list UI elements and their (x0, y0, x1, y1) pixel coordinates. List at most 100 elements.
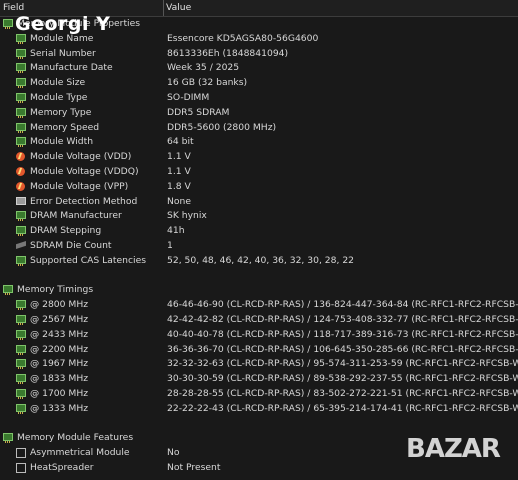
memory-chip-icon (16, 329, 26, 340)
property-row[interactable]: SDRAM Die Count 1 (0, 239, 518, 254)
field-value: 64 bit (167, 136, 194, 148)
field-label: Memory Type (30, 106, 92, 118)
field-value: Week 35 / 2025 (167, 62, 240, 74)
field-label: Asymmetrical Module (30, 447, 130, 459)
field-value: None (167, 195, 191, 207)
memory-chip-icon (16, 300, 26, 311)
field-label: Module Voltage (VDDQ) (30, 166, 139, 177)
field-value: 52, 50, 48, 46, 42, 40, 36, 32, 30, 28, … (167, 254, 355, 266)
field-label: @ 2800 MHz (30, 299, 89, 311)
field-label: DRAM Manufacturer (30, 210, 122, 222)
memory-chip-icon (3, 433, 13, 444)
field-value: Essencore KD5AGSA80-56G4600 (167, 32, 319, 44)
voltage-icon (16, 167, 25, 176)
memory-chip-icon (16, 107, 26, 118)
column-separator[interactable] (163, 0, 164, 16)
timing-row[interactable]: @ 2433 MHz 40-40-40-78 (CL-RCD-RP-RAS) / … (0, 328, 518, 343)
field-value: 22-22-22-43 (CL-RCD-RP-RAS) / 65-395-214… (167, 402, 518, 414)
checkbox-icon[interactable] (16, 448, 26, 459)
voltage-icon (16, 181, 25, 191)
field-label: @ 2567 MHz (30, 314, 89, 325)
field-value: 16 GB (32 banks) (167, 77, 248, 89)
field-value: 36-36-36-70 (CL-RCD-RP-RAS) / 106-645-35… (167, 343, 518, 355)
memory-chip-icon (16, 78, 26, 89)
property-row[interactable]: Module Type SO-DIMM (0, 91, 518, 106)
field-value: 30-30-30-59 (CL-RCD-RP-RAS) / 89-538-292… (167, 373, 518, 385)
memory-chip-icon (16, 315, 26, 325)
memory-chip-icon (16, 122, 26, 133)
field-value: 28-28-28-55 (CL-RCD-RP-RAS) / 83-502-272… (167, 388, 518, 399)
field-label: Manufacture Date (30, 62, 113, 74)
memory-chip-icon (16, 344, 26, 355)
field-value: SK hynix (167, 210, 207, 222)
memory-chip-icon (16, 403, 26, 414)
memory-chip-icon (3, 285, 13, 296)
memory-chip-icon (16, 359, 26, 370)
property-row[interactable]: Supported CAS Latencies 52, 50, 48, 46, 4… (0, 254, 518, 269)
memory-chip-icon (16, 226, 26, 237)
field-label: HeatSpreader (30, 462, 94, 473)
error-detection-icon (16, 196, 26, 205)
section-memory-timings[interactable]: Memory Timings (0, 283, 518, 298)
field-label: Supported CAS Latencies (30, 254, 147, 266)
property-row[interactable]: Memory Speed DDR5-5600 (2800 MHz) (0, 121, 518, 136)
field-value: Not Present (167, 462, 221, 473)
field-label: DRAM Stepping (30, 225, 102, 237)
memory-chip-icon (16, 93, 26, 103)
value-column-header[interactable]: Value (166, 2, 191, 13)
memory-chip-icon (16, 211, 26, 222)
property-row[interactable]: Module Width 64 bit (0, 135, 518, 150)
memory-chip-icon (3, 19, 13, 29)
timing-row[interactable]: @ 2200 MHz 36-36-36-70 (CL-RCD-RP-RAS) / … (0, 343, 518, 358)
property-row[interactable]: DRAM Manufacturer SK hynix (0, 209, 518, 224)
timing-row[interactable]: @ 1967 MHz 32-32-32-63 (CL-RCD-RP-RAS) / … (0, 357, 518, 372)
property-row[interactable]: Memory Type DDR5 SDRAM (0, 106, 518, 121)
field-label: Module Width (30, 136, 94, 148)
field-value: 1.8 V (167, 180, 191, 192)
field-label: @ 1967 MHz (30, 358, 89, 370)
field-label: Serial Number (30, 47, 96, 59)
timing-row[interactable]: @ 1333 MHz 22-22-22-43 (CL-RCD-RP-RAS) / … (0, 402, 518, 417)
checkbox-icon[interactable] (16, 463, 26, 473)
field-value: 46-46-46-90 (CL-RCD-RP-RAS) / 136-824-44… (167, 299, 518, 311)
field-label: @ 1700 MHz (30, 388, 89, 399)
field-label: @ 2433 MHz (30, 328, 89, 340)
field-value: DDR5 SDRAM (167, 106, 230, 118)
field-label: Memory Timings (17, 284, 94, 296)
field-value: 41h (167, 225, 185, 237)
property-row[interactable]: Module Voltage (VDDQ) 1.1 V (0, 165, 518, 180)
property-row[interactable]: Module Voltage (VDD) 1.1 V (0, 150, 518, 165)
property-row[interactable]: Module Size 16 GB (32 banks) (0, 76, 518, 91)
memory-chip-icon (16, 255, 26, 266)
timing-row[interactable]: @ 1700 MHz 28-28-28-55 (CL-RCD-RP-RAS) / … (0, 387, 518, 402)
field-value: No (167, 447, 180, 459)
memory-chip-icon (16, 137, 26, 148)
memory-chip-icon (16, 48, 26, 59)
field-label: Module Type (30, 92, 88, 103)
voltage-icon (16, 152, 25, 162)
timing-row[interactable]: @ 2800 MHz 46-46-46-90 (CL-RCD-RP-RAS) / … (0, 298, 518, 313)
field-value: 1.1 V (167, 151, 191, 163)
field-label: Module Voltage (VDD) (30, 151, 132, 163)
field-value: 1.1 V (167, 166, 191, 177)
property-row[interactable]: Module Voltage (VPP) 1.8 V (0, 180, 518, 195)
property-row[interactable]: Serial Number 8613336Eh (1848841094) (0, 47, 518, 62)
field-label: Error Detection Method (30, 195, 138, 207)
field-label: Module Voltage (VPP) (30, 180, 129, 192)
memory-chip-icon (16, 63, 26, 74)
property-row[interactable]: Manufacture Date Week 35 / 2025 (0, 61, 518, 76)
field-column-header[interactable]: Field (3, 2, 24, 13)
field-label: Memory Module Features (17, 432, 134, 444)
field-value: 40-40-40-78 (CL-RCD-RP-RAS) / 118-717-38… (167, 328, 518, 340)
field-label: Module Size (30, 77, 86, 89)
timing-row[interactable]: @ 2567 MHz 42-42-42-82 (CL-RCD-RP-RAS) / … (0, 313, 518, 328)
field-value: 42-42-42-82 (CL-RCD-RP-RAS) / 124-753-40… (167, 314, 518, 325)
timing-row[interactable]: @ 1833 MHz 30-30-30-59 (CL-RCD-RP-RAS) / … (0, 372, 518, 387)
field-value: 8613336Eh (1848841094) (167, 47, 289, 59)
field-label: @ 2200 MHz (30, 343, 89, 355)
field-label: SDRAM Die Count (30, 240, 112, 251)
property-row[interactable]: Error Detection Method None (0, 195, 518, 210)
bazar-logo: BAZAR (406, 434, 501, 464)
watermark-text: Georgi Y (15, 13, 111, 35)
property-row[interactable]: DRAM Stepping 41h (0, 224, 518, 239)
